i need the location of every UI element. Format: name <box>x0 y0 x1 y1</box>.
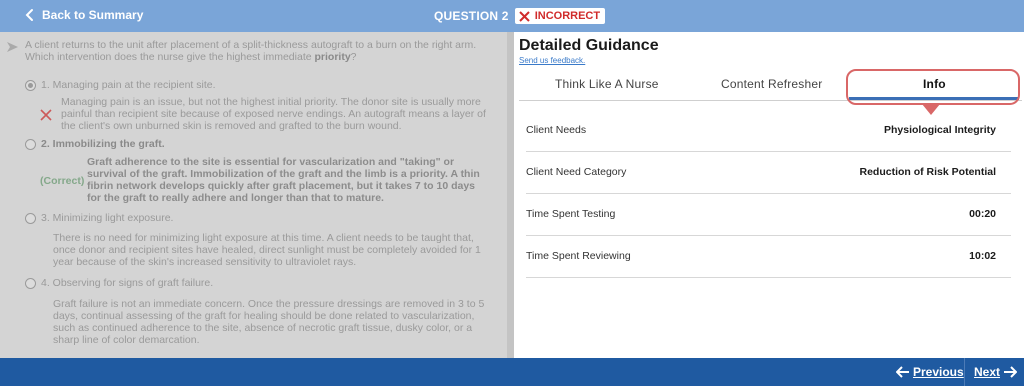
guidance-title: Detailed Guidance <box>519 37 659 54</box>
info-key: Time Spent Reviewing <box>526 250 631 262</box>
option-label: 1. Managing pain at the recipient site. <box>41 79 216 91</box>
answer-option-2[interactable]: 2. Immobilizing the graft. <box>25 138 165 150</box>
x-icon <box>518 10 530 22</box>
info-value: Reduction of Risk Potential <box>859 166 996 178</box>
option-label: 4. Observing for signs of graft failure. <box>41 277 214 289</box>
option-rationale: Managing pain is an issue, but not the h… <box>61 96 486 132</box>
back-to-summary-button[interactable]: Back to Summary <box>22 7 143 23</box>
question-stem-end: ? <box>350 51 357 63</box>
previous-button[interactable]: Previous <box>896 358 964 386</box>
correct-marker: (Correct) <box>40 175 85 187</box>
info-key: Time Spent Testing <box>526 208 616 220</box>
highlight-callout <box>846 69 1020 105</box>
status-text: INCORRECT <box>534 10 601 22</box>
bottom-nav-bar: Previous Next <box>0 358 1024 386</box>
incorrect-x-icon <box>40 109 52 121</box>
option-label: 3. Minimizing light exposure. <box>41 212 174 224</box>
question-stem-emphasis: priority <box>314 51 351 63</box>
feedback-link[interactable]: Send us feedback. <box>519 56 585 65</box>
previous-label: Previous <box>913 365 964 379</box>
info-value: 10:02 <box>969 250 996 262</box>
pane-divider[interactable] <box>507 32 514 358</box>
guidance-pane: Detailed Guidance Send us feedback. Thin… <box>514 32 1024 358</box>
answer-option-4[interactable]: 4. Observing for signs of graft failure. <box>25 277 213 289</box>
info-row: Time Spent Testing 00:20 <box>526 194 1011 236</box>
tab-think-like-a-nurse[interactable]: Think Like A Nurse <box>555 77 659 91</box>
info-key: Client Need Category <box>526 166 627 178</box>
question-number: QUESTION 2 <box>434 9 509 23</box>
option-rationale: There is no need for minimizing light ex… <box>53 232 481 268</box>
info-key: Client Needs <box>526 124 587 136</box>
option-rationale: Graft failure is not an immediate concer… <box>53 298 485 346</box>
info-value: Physiological Integrity <box>883 124 996 136</box>
arrow-left-icon <box>896 366 909 378</box>
info-row: Client Need Category Reduction of Risk P… <box>526 152 1011 194</box>
option-label: 2. Immobilizing the graft. <box>41 138 165 150</box>
nav-separator <box>964 358 965 386</box>
question-stem-text: A client returns to the unit after place… <box>25 39 477 63</box>
chevron-left-icon <box>25 9 33 21</box>
status-badge: INCORRECT <box>514 8 606 24</box>
radio-button[interactable] <box>25 277 36 289</box>
answer-option-3[interactable]: 3. Minimizing light exposure. <box>25 212 173 224</box>
answer-option-1[interactable]: 1. Managing pain at the recipient site. <box>25 79 216 91</box>
question-pane: A client returns to the unit after place… <box>0 32 507 358</box>
info-row: Client Needs Physiological Integrity <box>526 110 1011 152</box>
info-row: Time Spent Reviewing 10:02 <box>526 236 1011 278</box>
info-value: 00:20 <box>969 208 996 220</box>
question-stem: A client returns to the unit after place… <box>25 39 495 63</box>
tab-content-refresher[interactable]: Content Refresher <box>721 77 822 91</box>
radio-button[interactable] <box>25 79 36 91</box>
arrow-right-icon <box>1004 366 1018 378</box>
top-bar: Back to Summary QUESTION 2 INCORRECT <box>0 0 1024 32</box>
arrow-icon <box>7 42 18 52</box>
back-label: Back to Summary <box>42 8 144 22</box>
radio-button[interactable] <box>25 212 36 224</box>
next-label: Next <box>974 365 1001 379</box>
question-indicator: QUESTION 2 INCORRECT <box>434 8 606 24</box>
next-button[interactable]: Next <box>974 358 1018 386</box>
radio-button[interactable] <box>25 138 36 150</box>
option-rationale: Graft adherence to the site is essential… <box>87 156 480 204</box>
